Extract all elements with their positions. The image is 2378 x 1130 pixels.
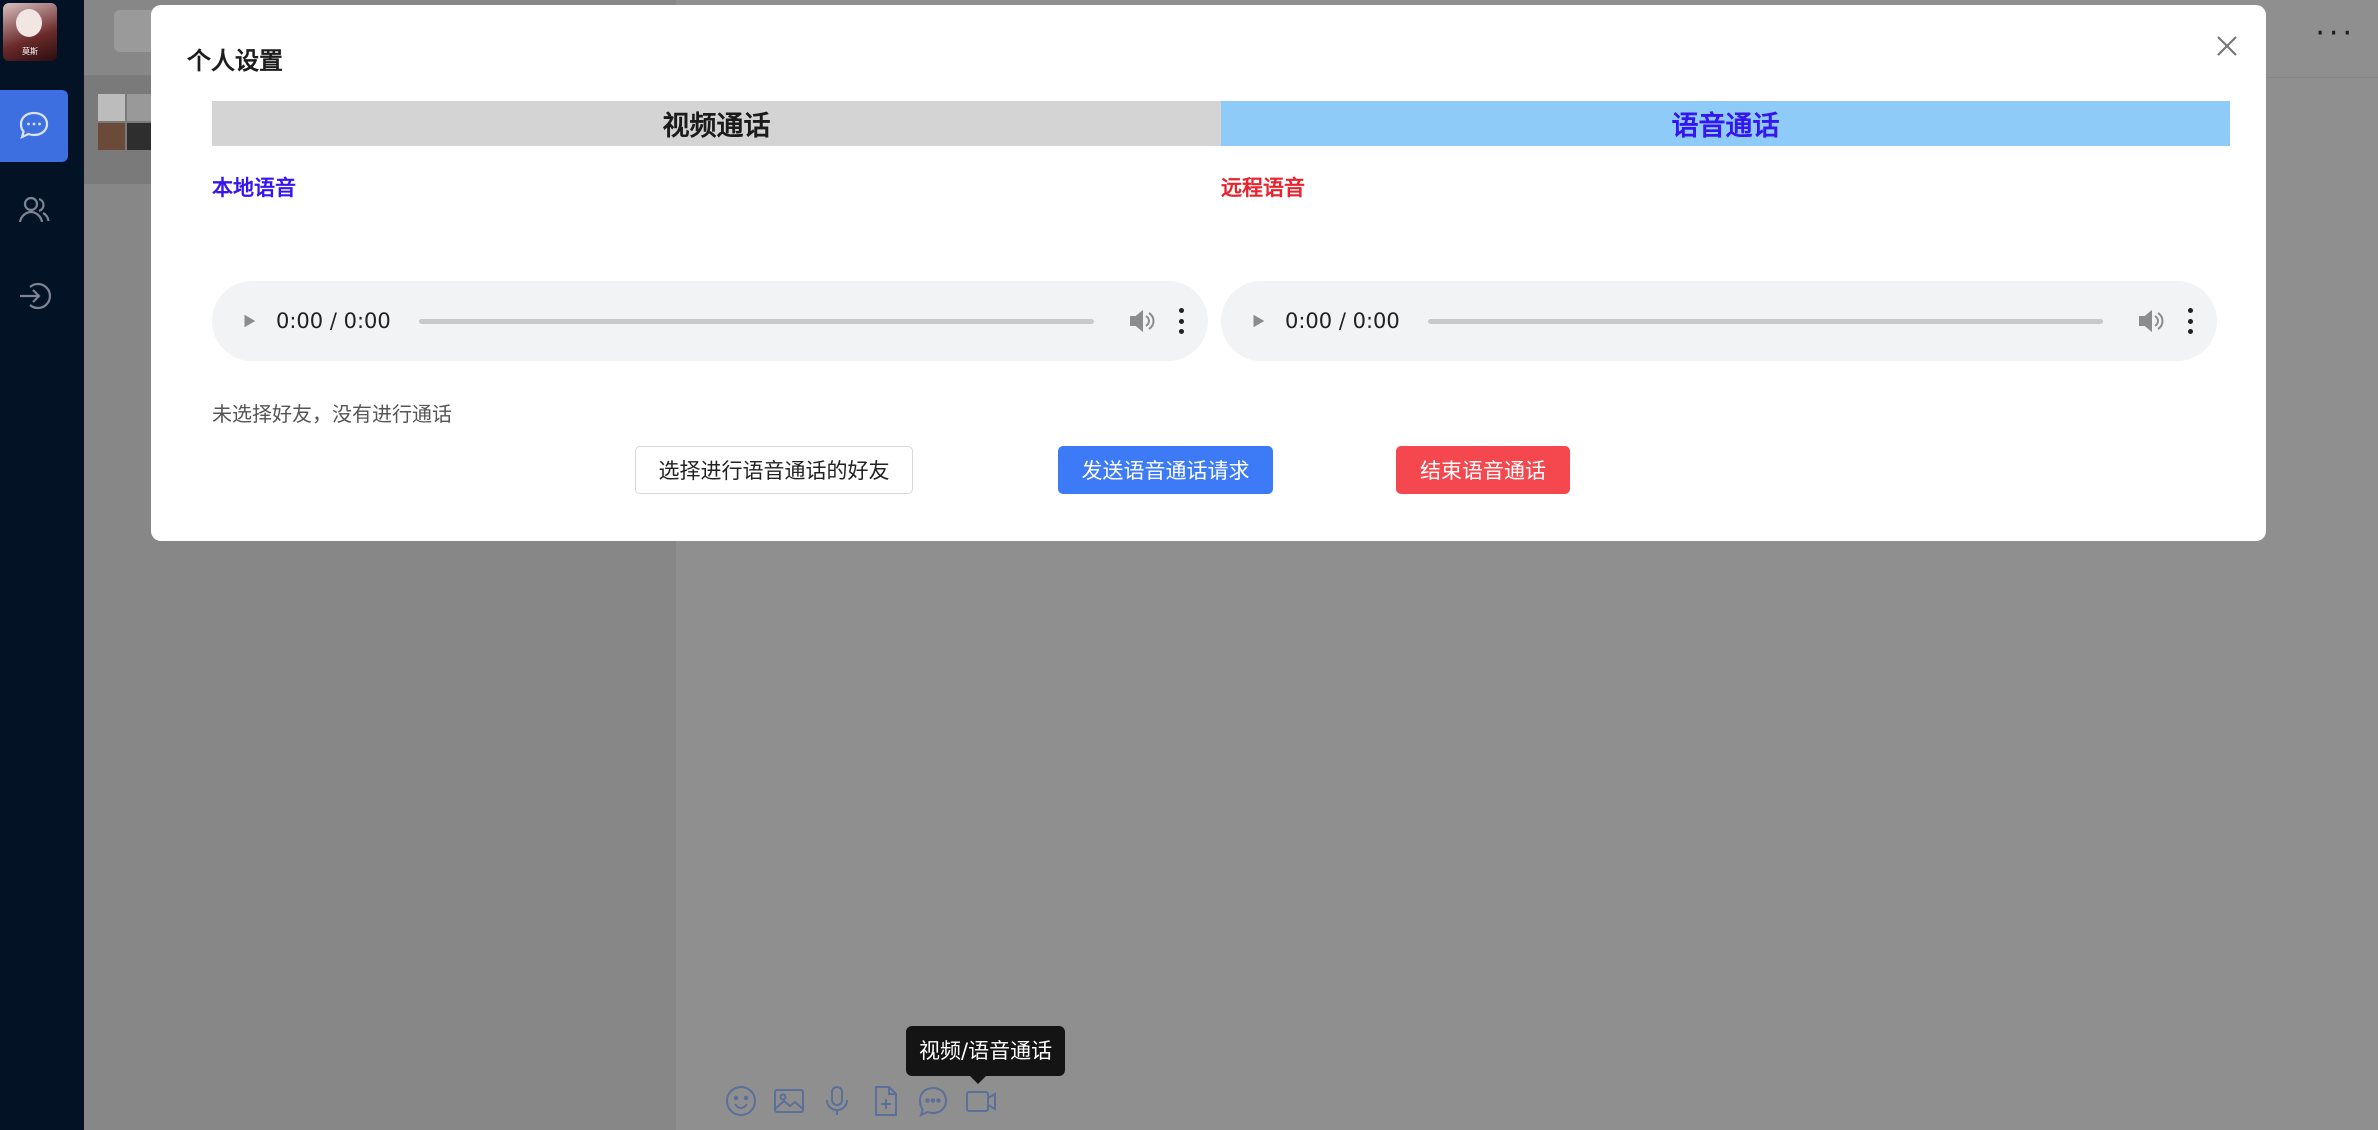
play-icon xyxy=(1253,314,1265,328)
nav-item-chat[interactable] xyxy=(0,90,68,162)
close-button[interactable] xyxy=(2214,33,2240,59)
video-call-tooltip: 视频/语音通话 xyxy=(906,1026,1066,1084)
more-options-button[interactable]: ··· xyxy=(2315,16,2356,51)
local-play-button[interactable] xyxy=(234,306,264,336)
group-avatar xyxy=(98,94,154,150)
volume-icon xyxy=(2139,309,2164,333)
video-call-icon xyxy=(966,1091,996,1112)
left-nav: 莫斯 xyxy=(0,0,84,1130)
settings-modal: 个人设置 视频通话 语音通话 本地语音 远程语音 0:00 / 0:00 0:0… xyxy=(151,5,2266,541)
local-progress-bar[interactable] xyxy=(418,318,1094,324)
close-icon xyxy=(2217,36,2237,56)
contacts-icon xyxy=(18,196,50,223)
nav-item-contacts[interactable] xyxy=(0,174,68,246)
remote-time-display: 0:00 / 0:00 xyxy=(1285,309,1400,333)
nav-item-logout[interactable] xyxy=(0,260,68,332)
avatar-caption: 莫斯 xyxy=(22,47,38,56)
remote-play-button[interactable] xyxy=(1243,306,1273,336)
file-icon xyxy=(875,1086,897,1116)
chat-icon xyxy=(19,111,49,140)
tab-video-call[interactable]: 视频通话 xyxy=(212,101,1221,146)
call-type-tabs: 视频通话 语音通话 xyxy=(212,101,2230,146)
message-icon xyxy=(918,1086,948,1117)
emoji-icon xyxy=(726,1086,756,1116)
volume-icon xyxy=(1130,309,1155,333)
play-icon xyxy=(244,314,256,328)
call-status-text: 未选择好友，没有进行通话 xyxy=(212,402,452,426)
local-audio-label: 本地语音 xyxy=(212,176,296,200)
end-voice-call-button[interactable]: 结束语音通话 xyxy=(1396,446,1570,494)
image-icon xyxy=(774,1089,804,1113)
remote-audio-player: 0:00 / 0:00 xyxy=(1221,281,2217,361)
local-volume-button[interactable] xyxy=(1126,306,1156,336)
remote-more-options-button[interactable] xyxy=(2185,308,2195,334)
local-time-display: 0:00 / 0:00 xyxy=(276,309,391,333)
tab-voice-call[interactable]: 语音通话 xyxy=(1221,101,2230,146)
file-button[interactable] xyxy=(868,1082,902,1120)
image-button[interactable] xyxy=(772,1082,806,1120)
remote-volume-button[interactable] xyxy=(2135,306,2165,336)
voice-message-button[interactable] xyxy=(820,1082,854,1120)
user-avatar[interactable]: 莫斯 xyxy=(3,3,57,61)
avatar-face xyxy=(16,9,42,37)
message-button[interactable] xyxy=(916,1082,950,1120)
local-audio-player: 0:00 / 0:00 xyxy=(212,281,1208,361)
modal-title: 个人设置 xyxy=(187,47,283,75)
local-more-options-button[interactable] xyxy=(1176,308,1186,334)
emoji-button[interactable] xyxy=(724,1082,758,1120)
send-voice-request-button[interactable]: 发送语音通话请求 xyxy=(1058,446,1273,494)
video-call-button[interactable] xyxy=(964,1082,998,1120)
logout-icon xyxy=(20,282,52,310)
select-friend-button[interactable]: 选择进行语音通话的好友 xyxy=(635,446,913,494)
remote-audio-label: 远程语音 xyxy=(1221,176,1305,200)
chat-toolbar xyxy=(724,1082,998,1120)
microphone-icon xyxy=(826,1086,848,1115)
remote-progress-bar[interactable] xyxy=(1427,318,2103,324)
